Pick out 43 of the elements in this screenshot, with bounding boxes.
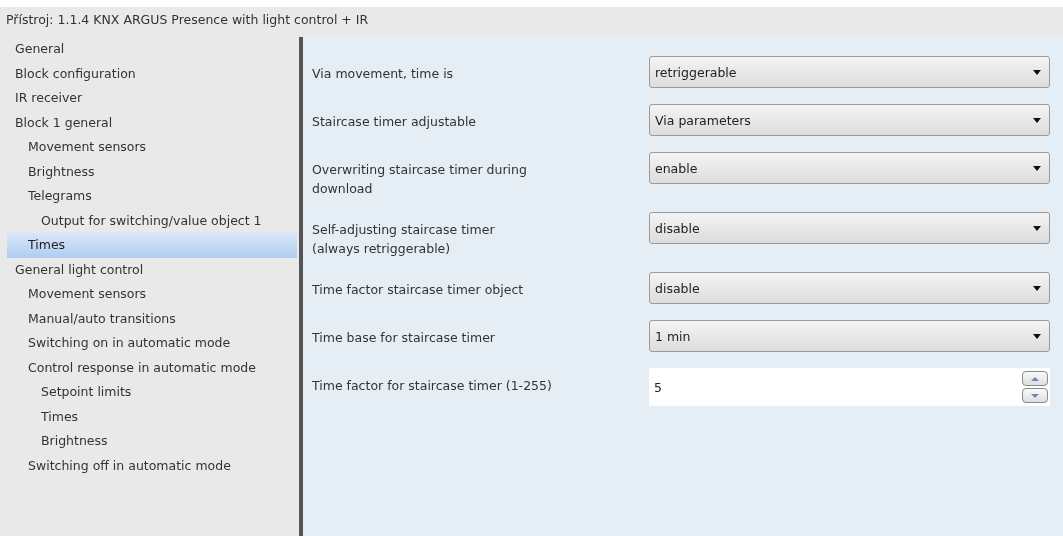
dropdown[interactable]: enable <box>649 152 1050 184</box>
parameter-label: Time factor for staircase timer (1-255) <box>312 377 553 395</box>
tree-item[interactable]: General <box>7 37 297 62</box>
dropdown[interactable]: disable <box>649 212 1050 244</box>
down-triangle-icon <box>1031 393 1039 398</box>
tree-item[interactable]: General light control <box>7 257 297 282</box>
tree-item[interactable]: Manual/auto transitions <box>7 306 297 331</box>
dropdown[interactable]: disable <box>649 272 1050 304</box>
number-field[interactable]: 5 <box>649 368 1050 406</box>
tree-item[interactable]: Control response in automatic mode <box>7 355 297 380</box>
caret-icon <box>1033 117 1041 123</box>
tree-item[interactable]: Switching on in automatic mode <box>7 331 297 356</box>
caret-icon <box>1033 285 1041 291</box>
tree-item[interactable]: Brightness <box>7 429 297 454</box>
tree-item[interactable]: Movement sensors <box>7 135 297 160</box>
spin-up-button[interactable] <box>1022 371 1048 386</box>
parameter-label: Via movement, time is <box>312 65 455 83</box>
dropdown[interactable]: retriggerable <box>649 56 1050 88</box>
spin-down-button[interactable] <box>1022 388 1048 403</box>
tree-item[interactable]: Telegrams <box>7 184 297 209</box>
tree-item[interactable]: Block 1 general <box>7 110 297 135</box>
tree-item[interactable]: Switching off in automatic mode <box>7 453 297 478</box>
tree-item[interactable]: Movement sensors <box>7 282 297 307</box>
tree-item[interactable]: Times <box>7 404 297 429</box>
tree-item[interactable]: Brightness <box>7 159 297 184</box>
tree-item[interactable]: IR receiver <box>7 86 297 111</box>
window-title: Přístroj: 1.1.4 KNX ARGUS Presence with light control + IR <box>0 7 1063 33</box>
parameter-label: Self-adjusting staircase timer (always retriggerable) <box>312 221 496 258</box>
parameter-label: Staircase timer adjustable <box>312 113 478 131</box>
parameter-label: Time factor staircase timer object <box>312 281 525 299</box>
up-triangle-icon <box>1031 376 1039 381</box>
tree-item[interactable]: Block configuration <box>7 61 297 86</box>
tree-item[interactable]: Output for switching/value object 1 <box>7 208 297 233</box>
tree-item[interactable]: Times <box>7 233 297 258</box>
parameter-label: Overwriting staircase timer during download <box>312 161 528 198</box>
dropdown[interactable]: Via parameters <box>649 104 1050 136</box>
caret-icon <box>1033 225 1041 231</box>
dropdown[interactable]: 1 min <box>649 320 1050 352</box>
caret-icon <box>1033 165 1041 171</box>
caret-icon <box>1033 333 1041 339</box>
caret-icon <box>1033 69 1041 75</box>
tree-item[interactable]: Setpoint limits <box>7 380 297 405</box>
parameter-label: Time base for staircase timer <box>312 329 496 347</box>
